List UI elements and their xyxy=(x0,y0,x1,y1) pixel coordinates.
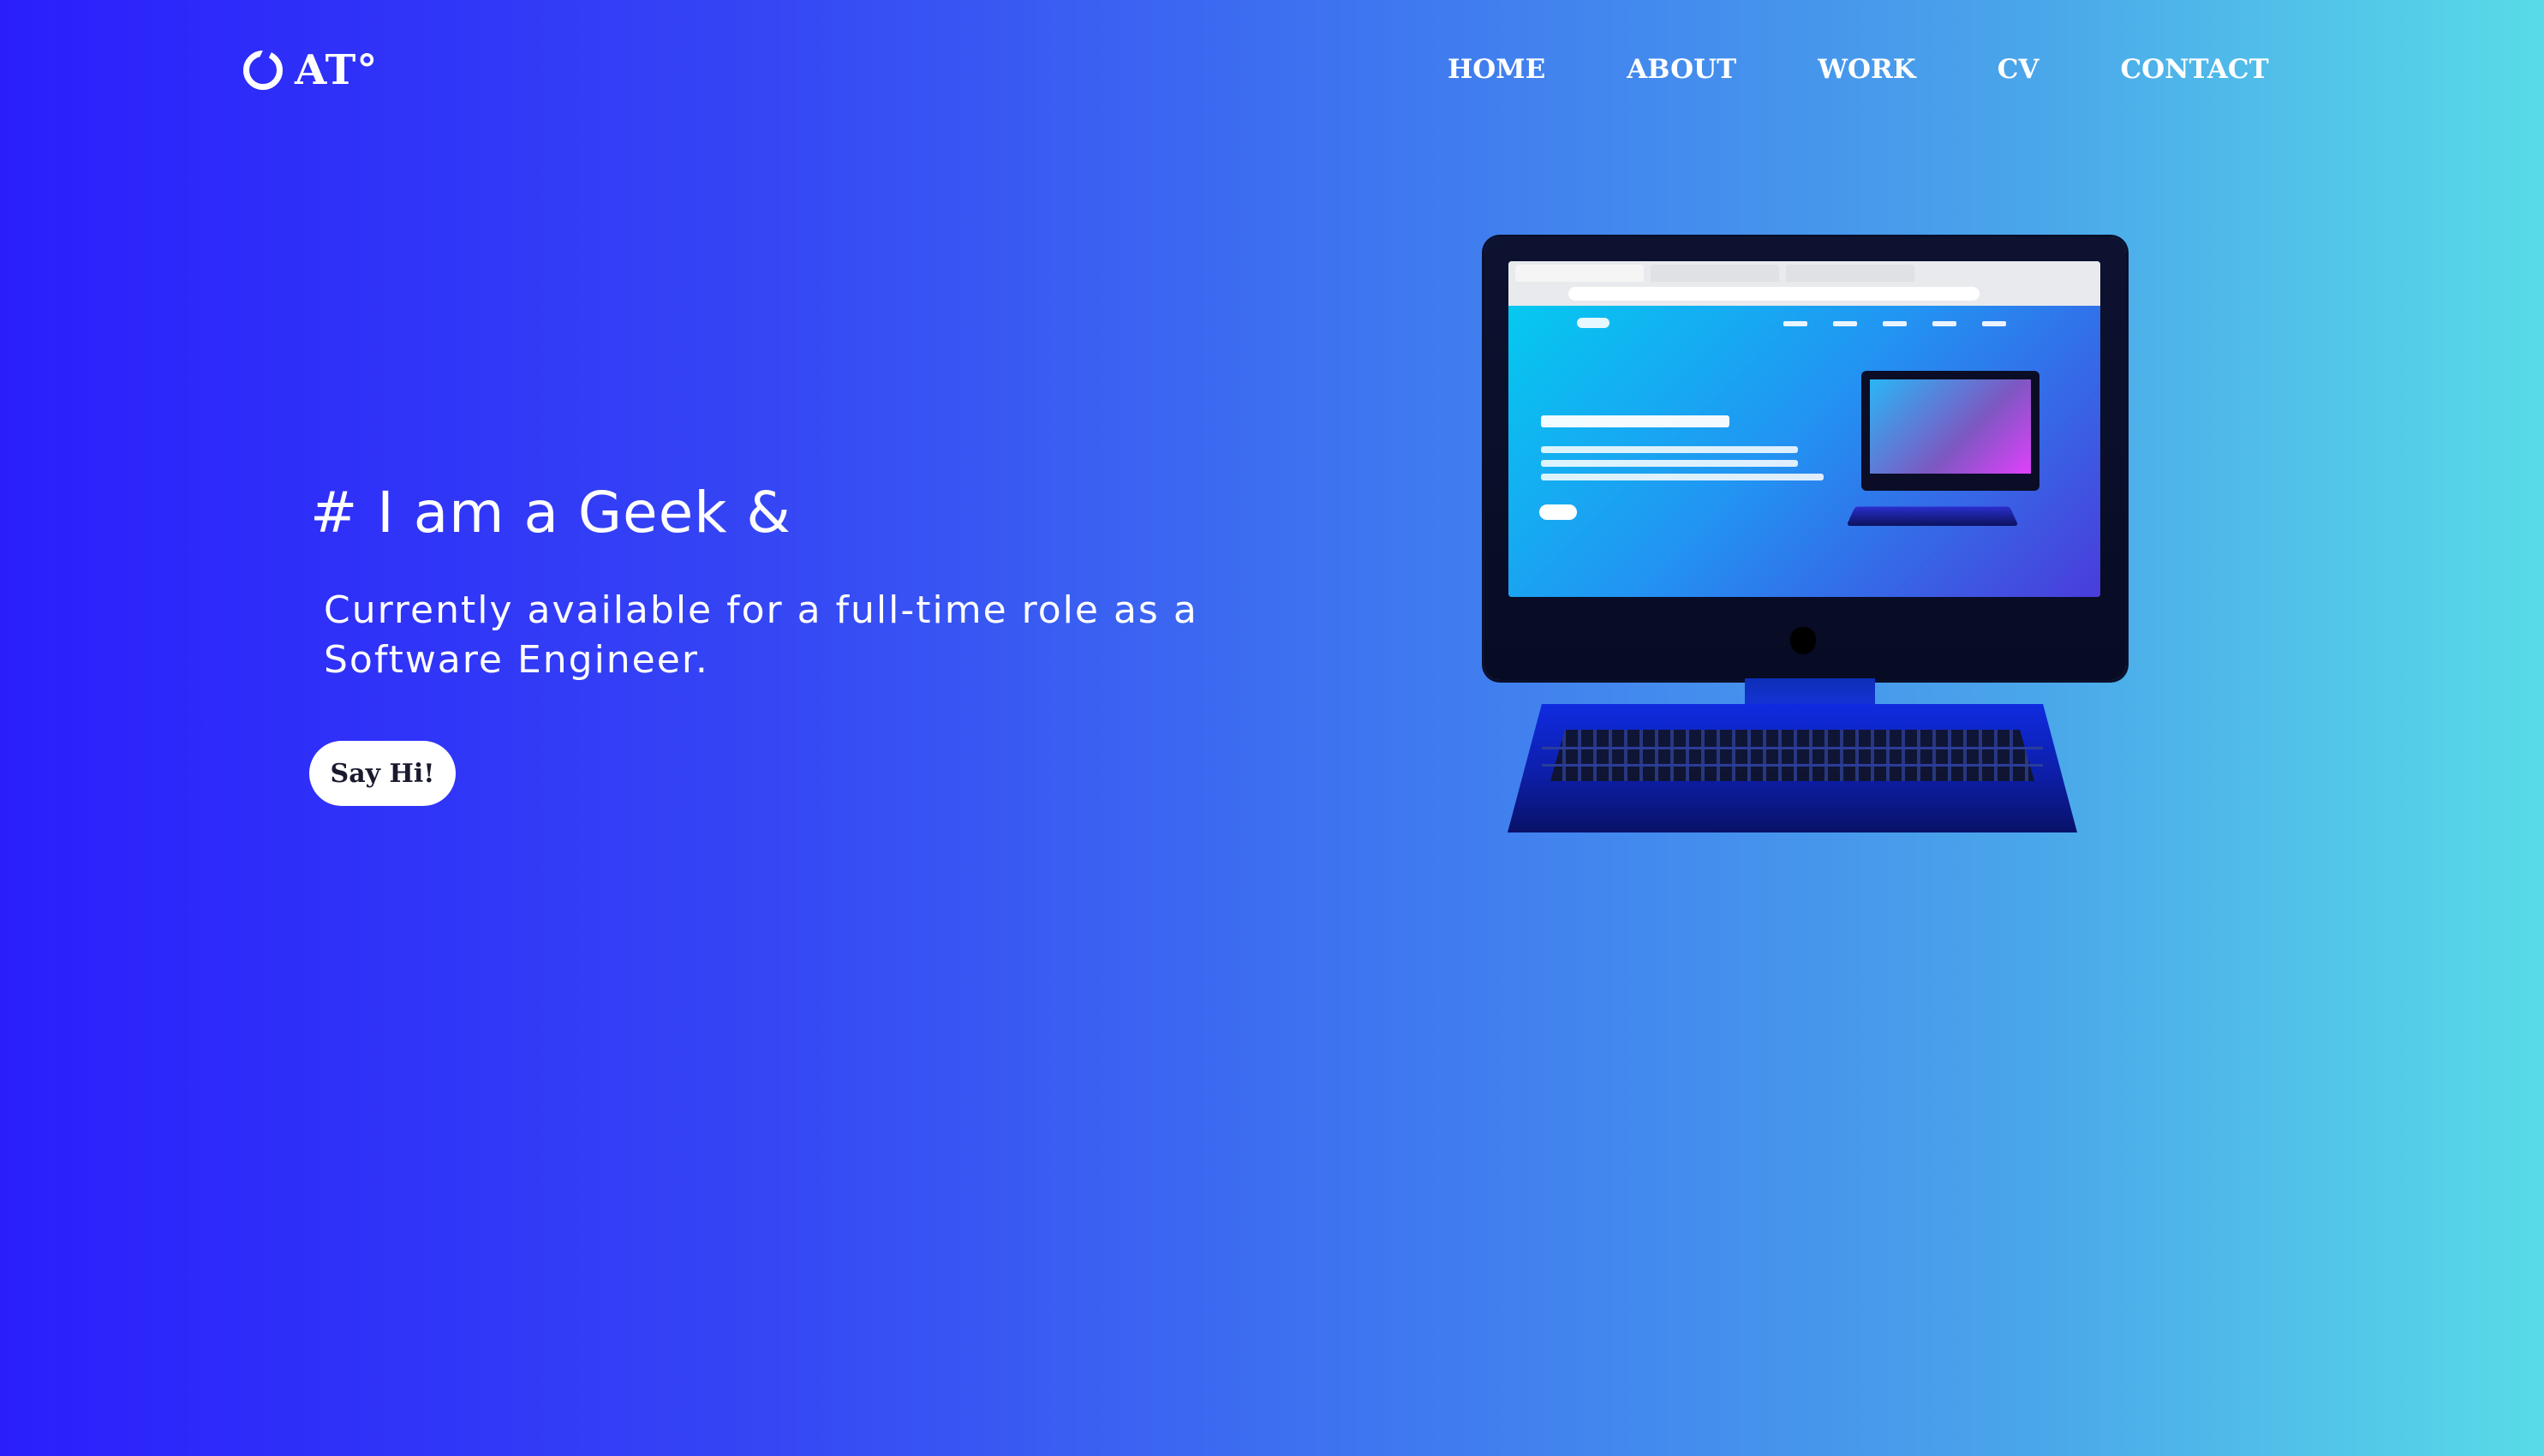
mini-button-graphic xyxy=(1539,504,1577,520)
computer-monitor-image xyxy=(1484,237,2126,680)
say-hi-button[interactable]: Say Hi! xyxy=(309,741,456,806)
keyboard-keys xyxy=(1550,730,2034,781)
browser-bar-graphic xyxy=(1508,261,2100,307)
nav-about-link[interactable]: ABOUT xyxy=(1627,57,1736,83)
main-nav: HOME ABOUT WORK CV CONTACT xyxy=(1448,57,2269,83)
mini-keyboard-graphic xyxy=(1846,506,2019,526)
site-logo[interactable]: AT° xyxy=(243,50,378,91)
browser-tab-graphic xyxy=(1651,265,1779,282)
mini-nav-graphic xyxy=(1783,321,2006,326)
browser-tab-graphic xyxy=(1786,265,1914,282)
monitor-screen xyxy=(1508,261,2100,597)
nav-work-link[interactable]: WORK xyxy=(1818,57,1916,83)
hero-subtitle: Currently available for a full-time role… xyxy=(324,588,1198,682)
mini-text-line xyxy=(1541,460,1798,467)
mini-text-line xyxy=(1541,446,1798,453)
screen-page-graphic xyxy=(1508,306,2100,597)
mini-text-line xyxy=(1541,474,1824,480)
apple-icon xyxy=(1790,627,1816,654)
keyboard-row-divider xyxy=(1542,747,2043,749)
mini-heading-graphic xyxy=(1541,415,1729,427)
browser-tab-graphic xyxy=(1515,265,1644,282)
nav-cv-link[interactable]: CV xyxy=(1998,57,2039,83)
mini-logo-graphic xyxy=(1577,318,1609,328)
address-bar-graphic xyxy=(1568,287,1980,301)
nav-home-link[interactable]: HOME xyxy=(1448,57,1545,83)
nav-contact-link[interactable]: CONTACT xyxy=(2120,57,2268,83)
mini-monitor-graphic xyxy=(1861,371,2039,491)
hero-heading: # I am a Geek & xyxy=(310,480,791,546)
ring-icon xyxy=(243,51,283,90)
keyboard-row-divider xyxy=(1542,764,2043,767)
logo-text: AT° xyxy=(295,46,379,94)
